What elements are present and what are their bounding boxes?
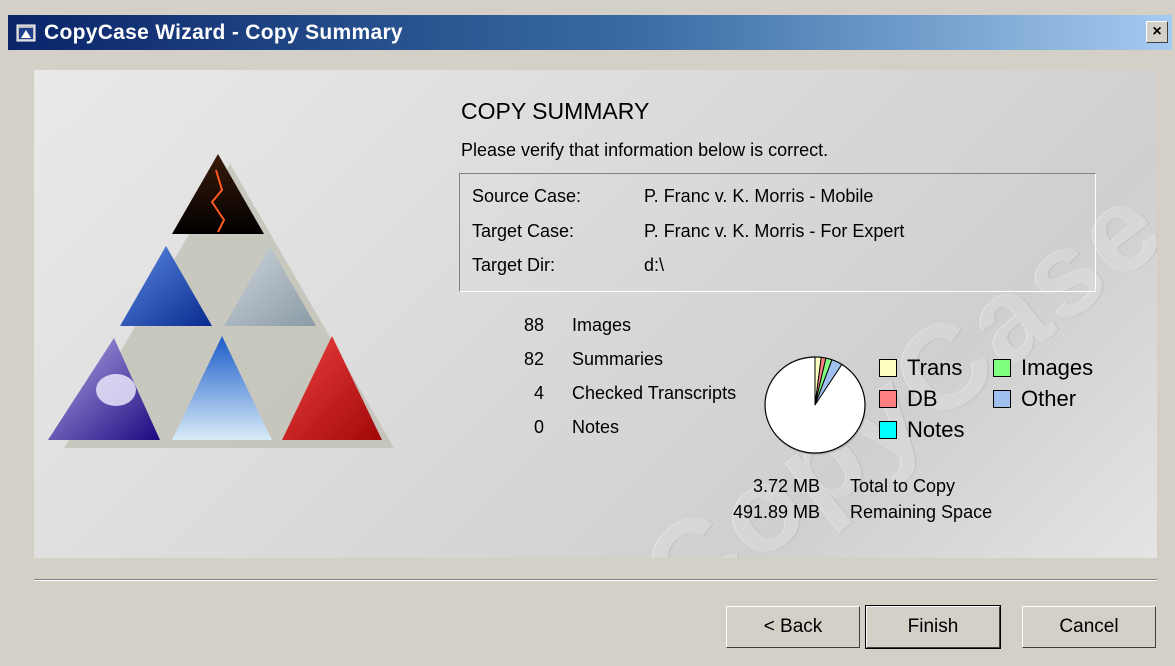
page-title: COPY SUMMARY	[461, 98, 650, 124]
page-subtitle: Please verify that information below is …	[461, 140, 829, 160]
legend-label-trans: Trans	[907, 355, 963, 380]
legend-item-other: Other	[993, 386, 1076, 412]
legend-swatch-notes	[879, 421, 897, 439]
button-separator	[34, 579, 1157, 581]
size-total-label: Total to Copy	[850, 476, 956, 496]
source-case-value: P. Franc v. K. Morris - Mobile	[644, 186, 874, 206]
count-transcripts-label: Checked Transcripts	[572, 383, 737, 403]
size-remaining-label: Remaining Space	[850, 502, 993, 522]
legend-item-notes: Notes	[879, 417, 964, 443]
legend-label-notes: Notes	[907, 417, 965, 442]
close-button[interactable]: ×	[1146, 21, 1168, 43]
count-summaries-number: 82	[523, 349, 544, 369]
space-pie-chart	[764, 356, 866, 455]
legend-item-images: Images	[993, 355, 1093, 381]
legend-item-trans: Trans	[879, 355, 962, 381]
size-remaining-number: 491.89 MB	[732, 502, 820, 522]
target-case-value: P. Franc v. K. Morris - For Expert	[644, 221, 905, 241]
legend-label-other: Other	[1021, 386, 1077, 411]
target-case-label: Target Case:	[472, 221, 575, 241]
copycase-app-icon	[16, 23, 36, 43]
case-info-box: Source Case: P. Franc v. K. Morris - Mob…	[459, 173, 1096, 292]
finish-button[interactable]: Finish	[865, 605, 1001, 649]
target-dir-value: d:\	[644, 255, 665, 275]
close-icon: ×	[1152, 23, 1162, 40]
summary-panel: CopyCase COPY SUMMARY Please verify that…	[34, 70, 1157, 558]
count-images-number: 88	[523, 315, 544, 335]
count-summaries-label: Summaries	[572, 349, 664, 369]
target-dir-label: Target Dir:	[472, 255, 556, 275]
legend-swatch-trans	[879, 359, 897, 377]
legend-label-images: Images	[1021, 355, 1094, 380]
copycase-triangle-logo	[48, 154, 394, 448]
back-button[interactable]: < Back	[726, 606, 860, 648]
legend-swatch-images	[993, 359, 1011, 377]
legend-label-db: DB	[907, 386, 938, 411]
count-transcripts-number: 4	[533, 383, 544, 403]
legend-swatch-other	[993, 390, 1011, 408]
count-notes-number: 0	[533, 417, 544, 437]
legend-item-db: DB	[879, 386, 938, 412]
count-images-label: Images	[572, 315, 632, 335]
cancel-button[interactable]: Cancel	[1022, 606, 1156, 648]
legend-swatch-db	[879, 390, 897, 408]
window-title: CopyCase Wizard - Copy Summary	[44, 20, 403, 44]
title-bar: CopyCase Wizard - Copy Summary ×	[8, 15, 1172, 50]
size-total-number: 3.72 MB	[752, 476, 820, 496]
count-notes-label: Notes	[572, 417, 620, 437]
source-case-label: Source Case:	[472, 186, 582, 206]
wizard-window: CopyCase Wizard - Copy Summary × CopyCas…	[0, 0, 1175, 666]
